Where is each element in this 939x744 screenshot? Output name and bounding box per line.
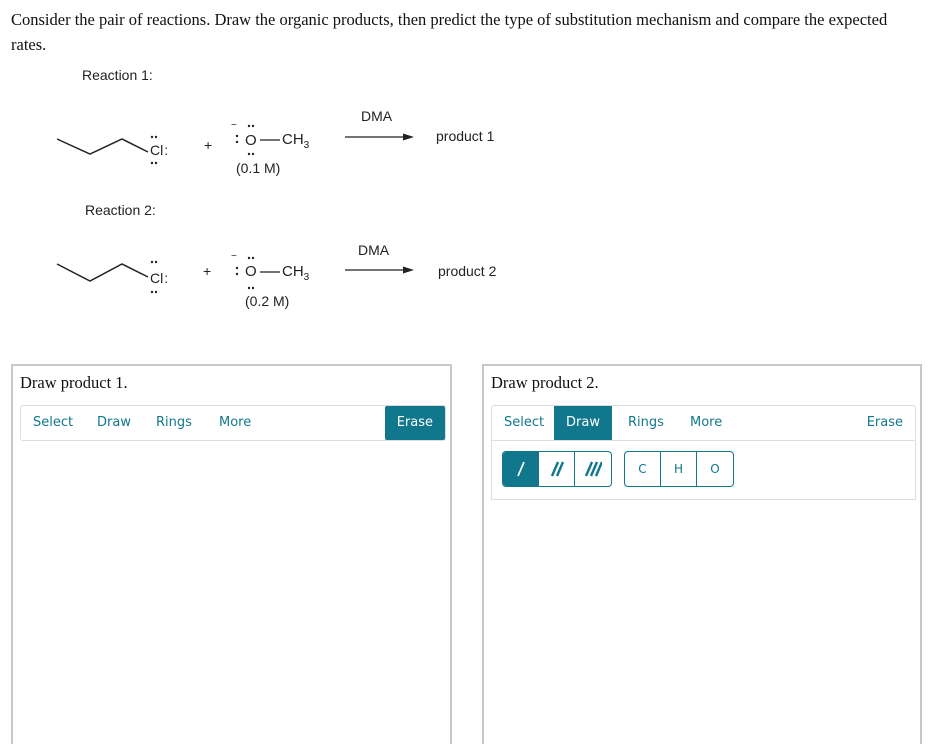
concentration-2: (0.2 M) <box>245 293 290 309</box>
methyl-group-1: CH3 <box>282 131 310 151</box>
reaction-1-diagram <box>56 124 414 294</box>
negative-charge-1: − <box>231 120 237 131</box>
reaction-2-label: Reaction 2: <box>85 202 156 218</box>
oxygen-atom-1: O <box>245 132 257 149</box>
chlorine-atom-2: Cl: <box>150 270 169 286</box>
draw-tab-1[interactable]: Draw <box>85 406 143 440</box>
concentration-1: (0.1 M) <box>236 160 281 176</box>
atom-tools-group: C H O <box>624 451 734 487</box>
product-label-2: product 2 <box>438 263 497 279</box>
draw-panel-product-2: Draw product 2. Select Draw Rings More E… <box>482 364 922 744</box>
single-bond-icon <box>516 461 525 477</box>
carbon-atom-button[interactable]: C <box>625 452 661 486</box>
solvent-label-1: DMA <box>361 108 393 124</box>
drawing-canvas-1[interactable] <box>13 446 450 744</box>
select-tab-2[interactable]: Select <box>492 406 556 440</box>
erase-button-2[interactable]: Erase <box>855 406 915 440</box>
arrow-head-1 <box>403 133 414 141</box>
triple-bond-icon <box>584 461 602 477</box>
draw-subtoolbar: C H O <box>491 440 916 500</box>
drawing-canvas-2[interactable] <box>484 506 920 744</box>
more-tab-2[interactable]: More <box>678 406 734 440</box>
arrow-head-2 <box>403 266 414 274</box>
toolbar-2: Select Draw Rings More Erase <box>491 405 916 441</box>
bond-tools-group <box>502 451 612 487</box>
negative-charge-2: − <box>231 251 237 262</box>
oxygen-atom-2: O <box>245 263 257 280</box>
double-bond-button[interactable] <box>539 452 575 486</box>
draw-tab-2[interactable]: Draw <box>554 406 612 440</box>
toolbar-1: Select Draw Rings More Erase <box>20 405 446 441</box>
rings-tab-1[interactable]: Rings <box>144 406 204 440</box>
draw-panel-product-1: Draw product 1. Select Draw Rings More E… <box>11 364 452 744</box>
hydrogen-atom-button[interactable]: H <box>661 452 697 486</box>
select-tab-1[interactable]: Select <box>21 406 85 440</box>
single-bond-button[interactable] <box>503 452 539 486</box>
triple-bond-button[interactable] <box>575 452 611 486</box>
propyl-chain-1 <box>56 138 149 155</box>
erase-button-1[interactable]: Erase <box>384 406 445 440</box>
solvent-label-2: DMA <box>358 242 390 258</box>
methyl-group-2: CH3 <box>282 263 310 283</box>
more-tab-1[interactable]: More <box>207 406 263 440</box>
double-bond-icon <box>550 461 564 477</box>
propyl-chain-2 <box>56 263 149 282</box>
panel-title-2: Draw product 2. <box>491 373 599 392</box>
rings-tab-2[interactable]: Rings <box>616 406 676 440</box>
plus-sign-1: + <box>204 137 213 153</box>
chlorine-atom-1: Cl: <box>150 142 169 158</box>
plus-sign-2: + <box>203 263 212 279</box>
product-label-1: product 1 <box>436 128 495 144</box>
oxygen-atom-button[interactable]: O <box>697 452 733 486</box>
panel-title-1: Draw product 1. <box>20 373 128 392</box>
